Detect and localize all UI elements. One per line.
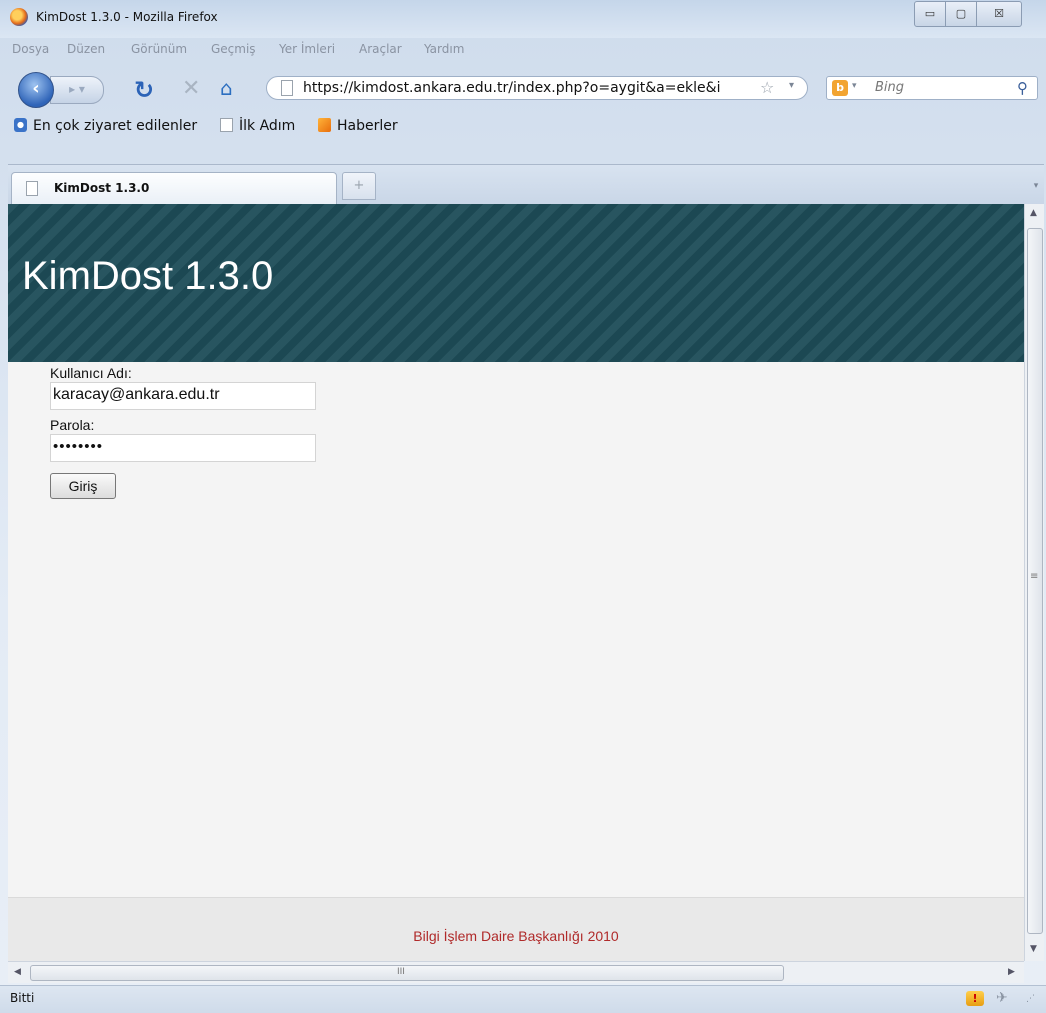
bookmark-getting-started[interactable]: İlk Adım [220, 118, 295, 134]
bookmark-label: Haberler [337, 118, 398, 134]
menu-help[interactable]: Yardım [424, 42, 464, 56]
menu-history[interactable]: Geçmiş [211, 42, 256, 56]
rss-feed-icon [318, 118, 331, 132]
reload-icon: ↻ [134, 76, 155, 104]
vertical-scrollbar[interactable]: ▲ ≡ ▼ [1024, 204, 1044, 961]
window-title: KimDost 1.3.0 - Mozilla Firefox [36, 10, 218, 24]
maximize-button[interactable]: ▢ [945, 1, 977, 27]
page-icon [220, 118, 233, 132]
horizontal-scroll-thumb[interactable]: III [30, 965, 784, 981]
page-icon [281, 80, 293, 96]
stop-button[interactable]: ✕ [182, 76, 200, 101]
login-button[interactable]: Giriş [50, 473, 116, 499]
site-footer: Bilgi İşlem Daire Başkanlığı 2010 [8, 897, 1024, 961]
menu-bookmarks[interactable]: Yer İmleri [279, 42, 335, 56]
minimize-button[interactable]: ▭ [914, 1, 946, 27]
network-status-icon[interactable]: ✈ [996, 990, 1008, 1006]
horizontal-scrollbar[interactable]: ◀ III ▶ [8, 961, 1024, 983]
username-field[interactable]: karacay@ankara.edu.tr [50, 382, 316, 410]
scroll-down-icon[interactable]: ▼ [1030, 944, 1037, 954]
username-label: Kullanıcı Adı: [50, 365, 132, 381]
back-icon: ‹ [32, 78, 40, 99]
bookmark-label: En çok ziyaret edilenler [33, 118, 198, 134]
scroll-right-icon[interactable]: ▶ [1008, 967, 1015, 977]
plus-icon: + [353, 178, 365, 193]
scroll-left-icon[interactable]: ◀ [14, 967, 21, 977]
tab-list-button[interactable]: ▾ [1028, 172, 1044, 200]
password-field[interactable]: •••••••• [50, 434, 316, 462]
navigation-toolbar: ▸ ▾ ‹ ↻ ✕ ⌂ https://kimdost.ankara.edu.t… [8, 62, 1044, 114]
stop-icon: ✕ [182, 76, 201, 101]
search-engine-dropdown-icon[interactable]: ▾ [852, 81, 857, 91]
close-button[interactable]: ☒ [976, 1, 1022, 27]
url-dropdown-icon[interactable]: ▾ [789, 80, 794, 91]
bookmark-news[interactable]: Haberler [318, 118, 398, 134]
tab-label: KimDost 1.3.0 [54, 181, 150, 195]
status-bar: Bitti ! ✈ ⋰ [0, 985, 1046, 1013]
bookmarks-toolbar: En çok ziyaret edilenler İlk Adım Haberl… [8, 114, 1044, 140]
footer-text: Bilgi İşlem Daire Başkanlığı 2010 [413, 928, 619, 944]
page-icon [26, 181, 38, 196]
status-text: Bitti [10, 991, 35, 1005]
bookmark-star-icon[interactable]: ☆ [760, 78, 774, 97]
page-viewport: KimDost 1.3.0 Kullanıcı Adı: karacay@ank… [8, 204, 1024, 961]
search-icon[interactable]: ⚲ [1017, 79, 1028, 97]
scroll-grip-icon: ≡ [1030, 571, 1039, 582]
search-input[interactable]: Bing [875, 80, 904, 95]
firefox-logo-icon [10, 8, 28, 26]
forward-button[interactable]: ▸ ▾ [50, 76, 104, 104]
address-bar[interactable]: https://kimdost.ankara.edu.tr/index.php?… [266, 76, 808, 100]
tab-strip: KimDost 1.3.0 + ▾ [8, 164, 1044, 205]
browser-window: KimDost 1.3.0 - Mozilla Firefox ▭ ▢ ☒ Do… [0, 0, 1046, 1013]
menu-edit[interactable]: Düzen [67, 42, 105, 56]
scroll-grip-icon: III [397, 967, 405, 977]
new-tab-button[interactable]: + [342, 172, 376, 200]
scroll-up-icon[interactable]: ▲ [1030, 208, 1037, 218]
site-header: KimDost 1.3.0 [8, 204, 1024, 362]
bookmark-label: İlk Adım [239, 118, 296, 134]
resize-grip-icon[interactable]: ⋰ [1026, 994, 1035, 1004]
most-visited-icon [14, 118, 27, 132]
home-button[interactable]: ⌂ [220, 76, 233, 100]
back-button[interactable]: ‹ [18, 72, 54, 108]
menu-view[interactable]: Görünüm [131, 42, 187, 56]
search-bar[interactable]: b ▾ Bing ⚲ [826, 76, 1038, 100]
addon-warning-icon[interactable]: ! [966, 991, 984, 1006]
menu-file[interactable]: Dosya [12, 42, 49, 56]
reload-button[interactable]: ↻ [134, 76, 154, 104]
tab-kimdost[interactable]: KimDost 1.3.0 [11, 172, 337, 204]
bookmark-most-visited[interactable]: En çok ziyaret edilenler [14, 118, 197, 134]
menu-tools[interactable]: Araçlar [359, 42, 402, 56]
bing-logo-icon[interactable]: b [832, 80, 848, 96]
menu-bar: Dosya Düzen Görünüm Geçmiş Yer İmleri Ar… [8, 42, 1044, 62]
site-title: KimDost 1.3.0 [22, 254, 274, 298]
chevron-down-icon: ▾ [1033, 181, 1039, 191]
title-bar: KimDost 1.3.0 - Mozilla Firefox ▭ ▢ ☒ [0, 0, 1046, 38]
vertical-scroll-thumb[interactable]: ≡ [1027, 228, 1043, 934]
forward-icon: ▸ ▾ [69, 82, 85, 96]
url-text[interactable]: https://kimdost.ankara.edu.tr/index.php?… [303, 80, 720, 96]
login-form: Kullanıcı Adı: karacay@ankara.edu.tr Par… [50, 364, 350, 462]
password-label: Parola: [50, 417, 95, 433]
home-icon: ⌂ [220, 76, 233, 100]
